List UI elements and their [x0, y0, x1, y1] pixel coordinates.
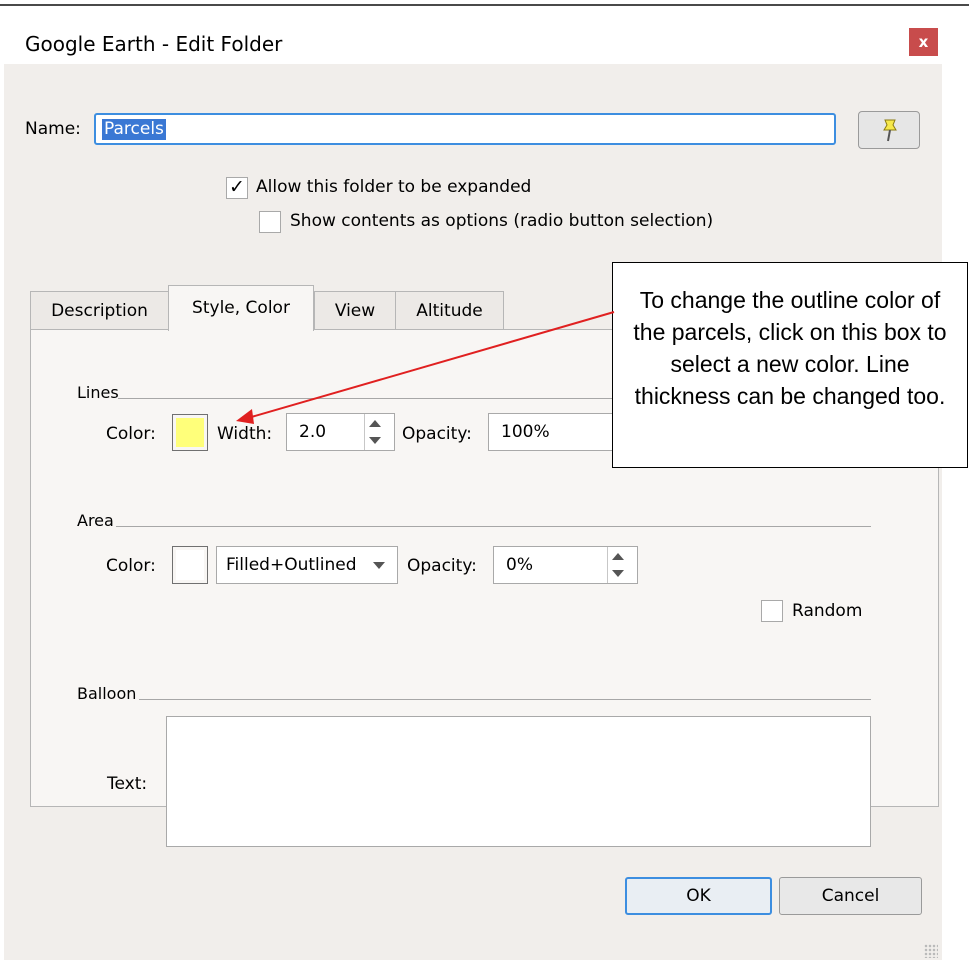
lines-color-fill — [176, 418, 204, 447]
area-heading: Area — [77, 511, 114, 530]
tab-description[interactable]: Description — [30, 291, 169, 329]
lines-separator — [118, 398, 618, 399]
lines-opacity-value: 100% — [501, 422, 550, 442]
resize-grip-icon[interactable] — [924, 944, 938, 958]
lines-width-value: 2.0 — [299, 422, 327, 442]
lines-width-spinner[interactable] — [364, 414, 394, 450]
area-opacity-spinner[interactable] — [607, 547, 637, 583]
cancel-button[interactable]: Cancel — [779, 877, 922, 915]
area-opacity-label: Opacity: — [407, 556, 477, 576]
name-label: Name: — [25, 119, 81, 139]
area-mode-value: Filled+Outlined — [226, 555, 357, 575]
area-mode-dropdown[interactable]: Filled+Outlined — [216, 546, 398, 584]
area-color-fill — [176, 550, 204, 580]
lines-heading: Lines — [77, 383, 119, 402]
lines-width-label: Width: — [217, 424, 273, 444]
name-input[interactable]: Parcels — [94, 113, 836, 145]
spin-up-icon — [369, 420, 381, 427]
tab-description-label: Description — [51, 300, 148, 321]
spin-up-icon — [612, 553, 624, 560]
area-opacity-value: 0% — [506, 555, 533, 575]
allow-expand-checkbox[interactable]: ✓ — [226, 177, 248, 199]
tab-style-color-label: Style, Color — [192, 298, 290, 318]
annotation-text: To change the outline color of the parce… — [633, 287, 947, 409]
icon-picker-button[interactable] — [858, 111, 920, 149]
ok-button[interactable]: OK — [625, 877, 772, 915]
lines-opacity-label: Opacity: — [402, 424, 472, 444]
spin-down-icon — [612, 570, 624, 577]
close-button[interactable]: x — [909, 28, 938, 56]
tab-view[interactable]: View — [314, 291, 396, 329]
title-bar: Google Earth - Edit Folder — [0, 6, 942, 64]
area-opacity-input[interactable]: 0% — [493, 546, 638, 584]
area-color-swatch[interactable] — [172, 546, 208, 584]
allow-expand-label: Allow this folder to be expanded — [256, 177, 532, 197]
name-input-value: Parcels — [102, 119, 166, 140]
pushpin-icon — [883, 119, 897, 142]
tab-altitude[interactable]: Altitude — [395, 291, 504, 329]
area-color-label: Color: — [106, 556, 156, 576]
lines-color-swatch[interactable] — [172, 414, 208, 451]
window-title: Google Earth - Edit Folder — [25, 32, 283, 56]
random-checkbox[interactable] — [761, 600, 783, 622]
tab-style-color[interactable]: Style, Color — [168, 285, 314, 331]
lines-opacity-input[interactable]: 100% — [488, 413, 623, 451]
tab-altitude-label: Altitude — [416, 300, 483, 321]
radio-contents-label: Show contents as options (radio button s… — [290, 211, 714, 231]
balloon-text-area[interactable] — [166, 716, 871, 847]
tab-view-label: View — [334, 300, 376, 321]
spin-down-icon — [369, 437, 381, 444]
cancel-button-label: Cancel — [821, 886, 880, 906]
balloon-text-label: Text: — [107, 774, 148, 794]
lines-color-label: Color: — [106, 424, 156, 444]
lines-width-input[interactable]: 2.0 — [286, 413, 395, 451]
random-label: Random — [792, 601, 863, 621]
area-separator — [116, 526, 871, 527]
balloon-heading: Balloon — [77, 684, 137, 703]
chevron-down-icon — [373, 562, 385, 569]
annotation-callout: To change the outline color of the parce… — [612, 262, 968, 468]
close-icon: x — [918, 33, 929, 51]
radio-contents-checkbox[interactable] — [259, 211, 281, 233]
ok-button-label: OK — [686, 886, 711, 906]
checkmark-icon: ✓ — [229, 177, 245, 198]
balloon-separator — [139, 699, 871, 700]
